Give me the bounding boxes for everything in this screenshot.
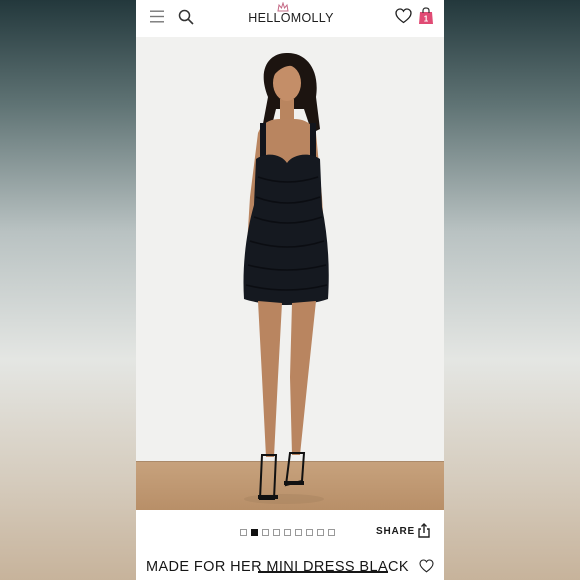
pagination-dot[interactable] [328,529,335,536]
brand-logo[interactable]: HELLOMOLLY [246,11,336,25]
product-image[interactable] [136,37,444,510]
model-in-black-dress-image [243,52,329,504]
pagination-dot[interactable] [251,529,258,536]
pagination-dot[interactable] [306,529,313,536]
pagination-dot[interactable] [295,529,302,536]
wishlist-heart-icon[interactable] [395,8,412,24]
shopping-bag-icon[interactable]: 1 [418,7,434,25]
share-icon[interactable] [418,523,430,538]
top-navigation-bar: HELLOMOLLY 1 [136,0,444,38]
bag-count: 1 [424,15,429,24]
product-page: HELLOMOLLY 1 SHARE MADE FOR HER MINI DRE… [136,0,444,580]
pagination-dot[interactable] [262,529,269,536]
search-icon[interactable] [178,9,194,25]
gallery-controls: SHARE [136,516,444,546]
menu-icon[interactable] [150,10,164,23]
strike-line [258,571,388,573]
pagination-dot[interactable] [284,529,291,536]
share-button[interactable]: SHARE [376,526,415,537]
favorite-heart-icon[interactable] [419,559,434,573]
image-pagination-dots [240,529,335,537]
pagination-dot[interactable] [273,529,280,536]
pagination-dot[interactable] [240,529,247,536]
pagination-dot[interactable] [317,529,324,536]
